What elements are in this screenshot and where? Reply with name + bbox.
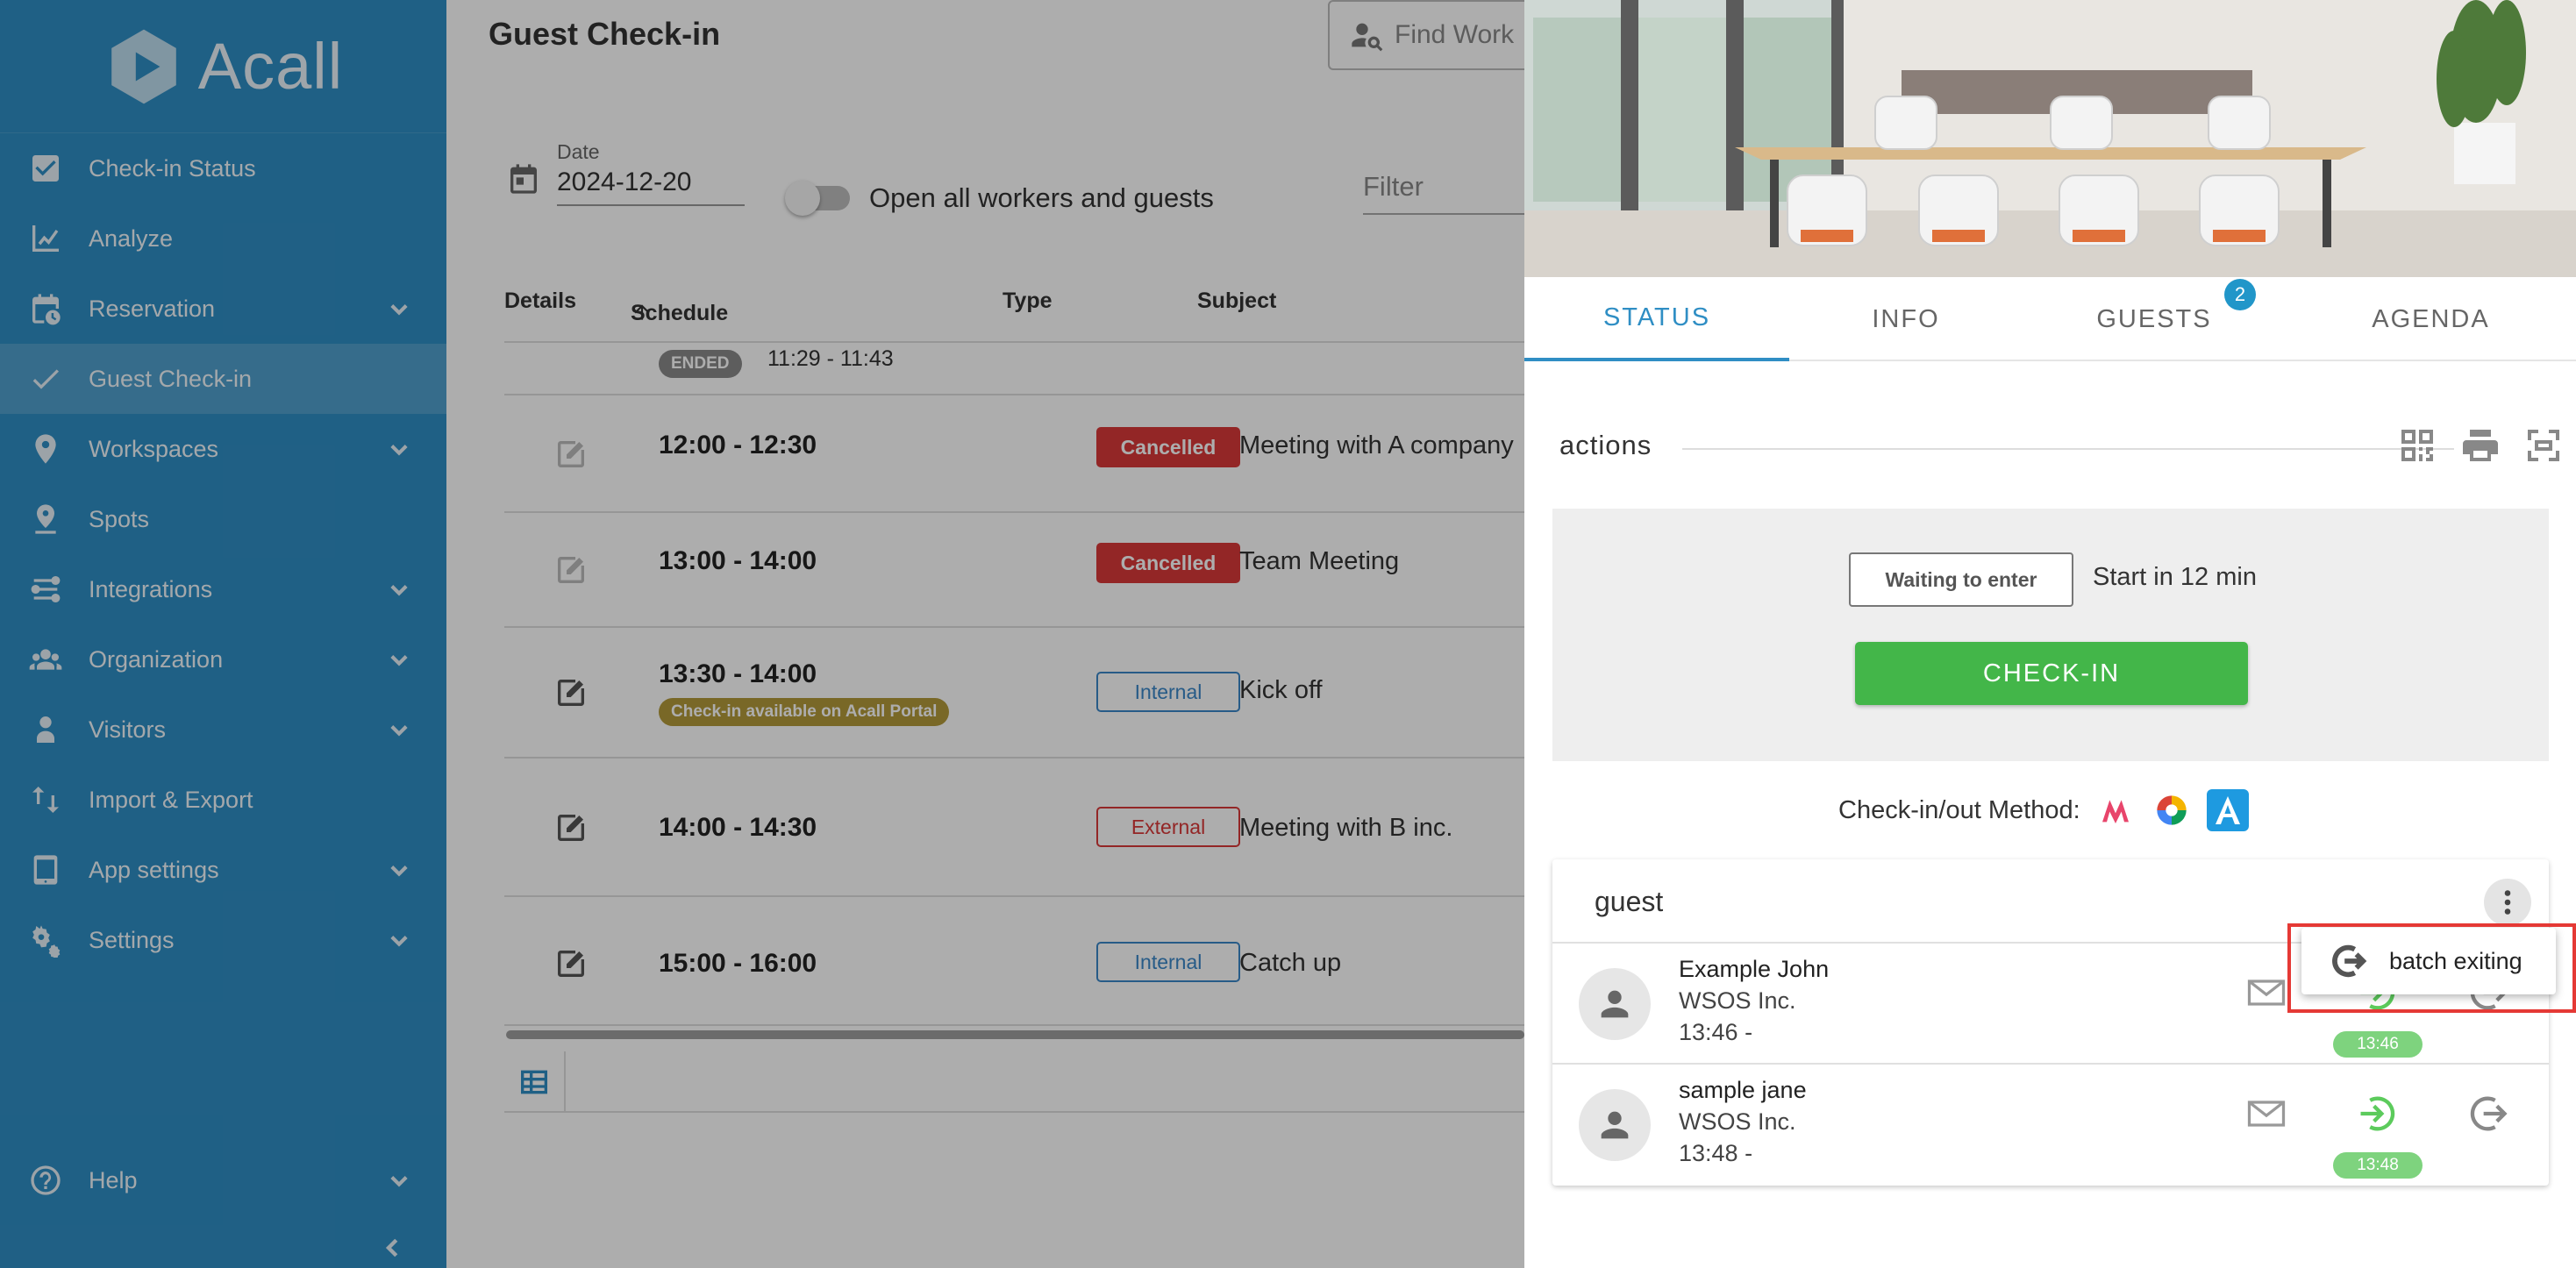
tab-label: STATUS [1602,303,1711,331]
start-countdown: Start in 12 min [2093,563,2257,591]
meeting-room-photo [1524,0,2576,277]
guest-time: 13:46 - [1679,1019,1753,1045]
mail-icon[interactable] [2244,970,2289,1015]
avatar [1579,968,1651,1040]
person-icon [1601,990,1629,1018]
acall-a-logo-icon [2206,789,2249,831]
mail-icon[interactable] [2244,1091,2289,1136]
highlight-box [2287,923,2576,1013]
tab-agenda[interactable]: AGENDA [2286,277,2576,361]
more-vertical-icon [2504,890,2511,915]
guest-organization: WSOS Inc. [1679,1108,1796,1135]
guest-count-badge: 2 [2224,279,2256,310]
check-out-arrow-icon[interactable] [2465,1091,2510,1136]
acall-m-logo-icon [2094,789,2137,831]
guest-name: sample jane [1679,1077,1807,1103]
tab-label: GUESTS [2096,304,2212,333]
guest-organization: WSOS Inc. [1679,987,1796,1014]
guest-row[interactable]: sample jane WSOS Inc. 13:48 - 13:48 [1552,1065,2549,1186]
tab-info[interactable]: INFO [1789,277,2023,361]
guest-name: Example John [1679,956,1830,982]
tab-guests[interactable]: GUESTS 2 [2023,277,2286,361]
check-in-method: Check-in/out Method: [1838,789,2249,831]
scan-frame-icon[interactable] [2522,424,2565,467]
panel-tabs: STATUS INFO GUESTS 2 AGENDA [1524,277,2576,361]
color-wheel-logo-icon [2151,789,2193,831]
check-in-time-badge: 13:48 [2333,1152,2423,1179]
tab-label: AGENDA [2372,304,2490,333]
meeting-detail-panel: STATUS INFO GUESTS 2 AGENDA actions Waiti… [1524,0,2576,1268]
guest-time: 13:48 - [1679,1140,1753,1166]
check-in-time-badge: 13:46 [2333,1031,2423,1058]
tab-label: INFO [1872,304,1940,333]
status-card: Waiting to enter Start in 12 min CHECK-I… [1552,509,2549,761]
more-options-button[interactable] [2484,879,2531,926]
person-icon [1601,1111,1629,1139]
waiting-status-badge: Waiting to enter [1849,552,2073,607]
check-in-arrow-icon[interactable] [2355,1091,2401,1136]
tab-status[interactable]: STATUS [1524,277,1789,361]
check-in-button[interactable]: CHECK-IN [1855,642,2248,705]
actions-label: actions [1559,430,1652,460]
actions-bar: actions [1559,430,2559,465]
print-icon[interactable] [2459,424,2501,467]
qr-code-icon[interactable] [2396,424,2438,467]
method-label: Check-in/out Method: [1838,795,2080,824]
modal-backdrop[interactable] [0,0,1524,1268]
divider [1682,448,2454,450]
guest-section-title: guest [1595,886,1664,917]
avatar [1579,1089,1651,1161]
guest-list-card: guest Example John WSOS Inc. 13:46 - 13:… [1552,859,2549,1186]
